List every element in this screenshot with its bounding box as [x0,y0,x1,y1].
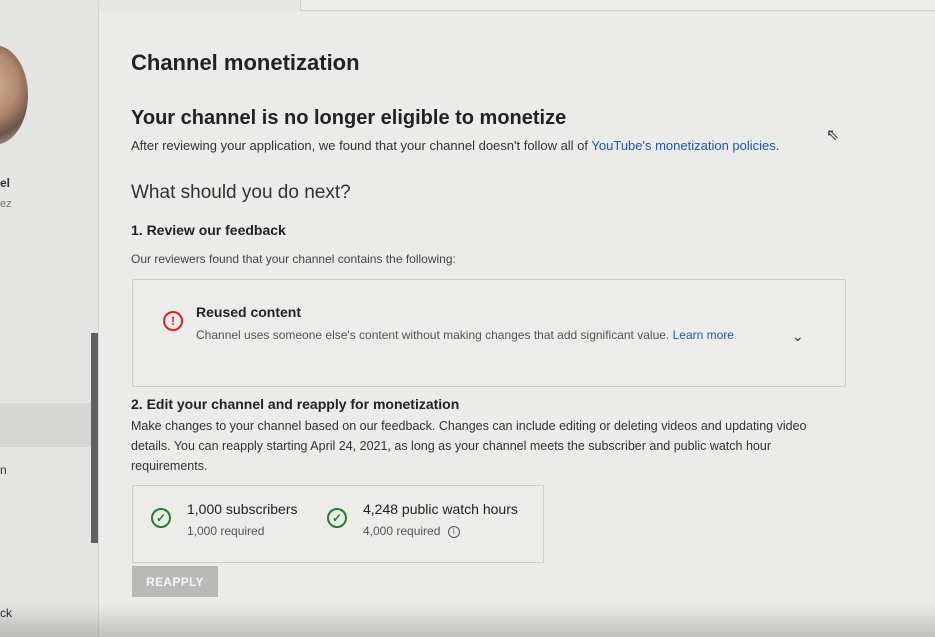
channel-avatar[interactable] [0,45,28,145]
mouse-cursor-icon: ⇖ [826,127,840,144]
issue-title: Reused content [196,304,302,320]
channel-name: el [0,176,11,190]
subscribers-requirement: 1,000 subscribers [187,501,298,517]
status-description: After reviewing your application, we fou… [131,138,589,153]
watch-hours-requirement: 4,248 public watch hours [363,501,518,517]
screen-shadow [0,603,935,637]
watch-hours-required-text: 4,000 required [363,524,441,538]
error-icon: ! [163,311,183,331]
sidebar-scrollbar[interactable] [91,333,98,543]
sidebar: el ez n ck [0,0,99,637]
status-heading: Your channel is no longer eligible to mo… [131,107,567,129]
issue-text: Channel uses someone else's content with… [196,328,734,342]
policy-link[interactable]: YouTube's monetization policies. [591,138,779,153]
requirements-box: ✓ 1,000 subscribers 1,000 required ✓ 4,2… [132,485,544,563]
check-circle-icon: ✓ [151,508,171,528]
reapply-button[interactable]: REAPPLY [132,566,218,597]
info-icon[interactable]: i [447,525,460,538]
step-2-text: Make changes to your channel based on ou… [131,419,807,473]
next-steps-heading: What should you do next? [131,182,351,203]
sidebar-item-label[interactable]: n [0,463,7,477]
search-bar-edge [300,0,935,11]
step-1-subtitle: Our reviewers found that your channel co… [131,252,456,266]
chevron-down-icon[interactable]: ⌄ [792,328,804,345]
learn-more-link[interactable]: Learn more [673,328,734,342]
channel-handle: ez [0,198,12,210]
issue-card[interactable]: ! Reused content Channel uses someone el… [132,279,846,387]
check-circle-icon: ✓ [327,508,347,528]
issue-description: Channel uses someone else's content with… [196,328,670,342]
sidebar-item-monetization[interactable] [0,403,98,447]
step-2-title: 2. Edit your channel and reapply for mon… [131,396,460,412]
step-1-title: 1. Review our feedback [131,222,286,238]
page-title: Channel monetization [131,50,360,75]
watch-hours-required: 4,000 required i [363,524,460,538]
status-text: After reviewing your application, we fou… [131,138,779,153]
subscribers-required: 1,000 required [187,524,265,538]
